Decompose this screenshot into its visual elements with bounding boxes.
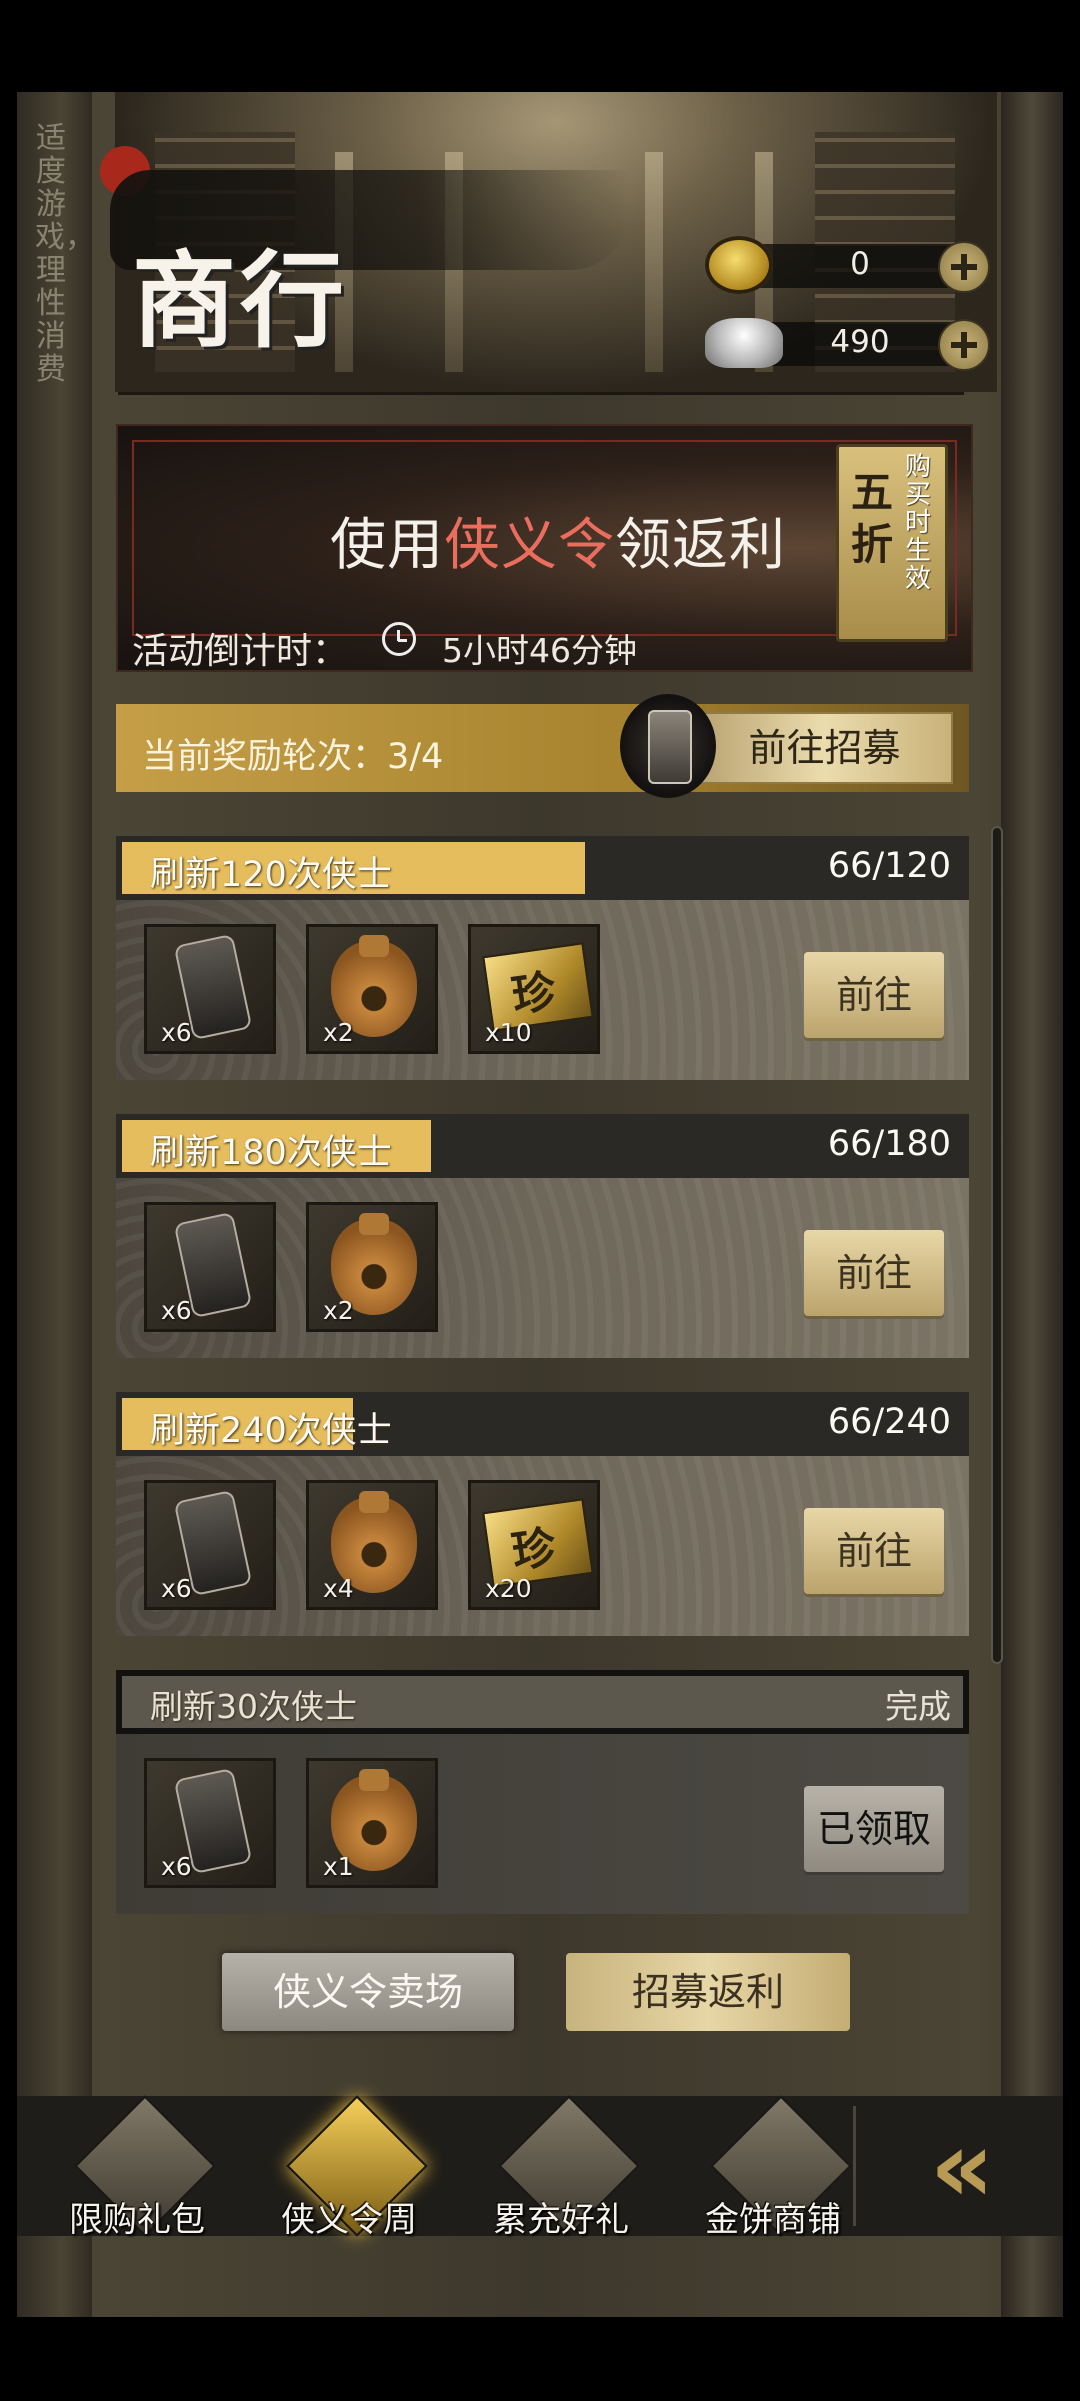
task-list-scrollbar[interactable]: [991, 826, 1003, 1664]
task-title: 刷新240次侠士: [150, 1411, 392, 1451]
page-title: 商行: [132, 239, 349, 362]
discount-label: 五折: [850, 468, 893, 569]
headline-highlight: 侠义令: [444, 513, 615, 578]
add-gold-button[interactable]: [938, 241, 990, 293]
add-silver-button[interactable]: [938, 319, 990, 371]
task-header: 刷新240次侠士 66/240: [116, 1392, 969, 1456]
token-market-button[interactable]: 侠义令卖场: [222, 1953, 514, 2031]
reward-item[interactable]: x20: [468, 1480, 600, 1610]
task-count: 66/240: [827, 1402, 951, 1442]
pillar-decoration: [645, 152, 663, 372]
clock-icon: [382, 622, 416, 656]
task-status: 完成: [885, 1687, 951, 1726]
reward-qty: x2: [323, 1296, 354, 1325]
task-title: 刷新180次侠士: [150, 1133, 392, 1173]
reward-qty: x20: [485, 1574, 532, 1603]
reward-qty: x2: [323, 1018, 354, 1047]
reward-item[interactable]: x6: [144, 1202, 276, 1332]
nav-divider: [853, 2106, 856, 2226]
task-header: 刷新120次侠士 66/120: [116, 836, 969, 900]
task-header: 刷新180次侠士 66/180: [116, 1114, 969, 1178]
reward-item[interactable]: x1: [306, 1758, 438, 1888]
reward-qty: x6: [161, 1296, 192, 1325]
reward-qty: x10: [485, 1018, 532, 1047]
gold-currency: 0: [705, 236, 990, 294]
gold-amount: 0: [850, 246, 870, 282]
healthy-gaming-note: 适度游戏，理性消费: [35, 121, 95, 387]
bottom-nav: 限购礼包 侠义令周 累充好礼 金饼商铺 «: [17, 2095, 1063, 2240]
task-rewards: x6 x2 前往: [116, 1178, 969, 1358]
task-rewards: x6 x4 x20 前往: [116, 1456, 969, 1636]
xia-token-icon: [620, 694, 716, 798]
countdown-label: 活动倒计时：: [132, 631, 349, 672]
reward-round-bar: 当前奖励轮次：3/4 前往招募: [116, 694, 969, 798]
silver-ingot-icon: [705, 318, 783, 368]
nav-label: 侠义令周: [281, 2200, 417, 2240]
reward-qty: x6: [161, 1018, 192, 1047]
reward-item[interactable]: x2: [306, 1202, 438, 1332]
go-button[interactable]: 前往: [804, 1230, 944, 1316]
nav-label: 金饼商铺: [705, 2200, 841, 2240]
task-count: 66/120: [827, 846, 951, 886]
task-count: 66/180: [827, 1124, 951, 1164]
task-title: 刷新30次侠士: [150, 1687, 357, 1726]
reward-item[interactable]: x6: [144, 924, 276, 1054]
gold-coin-icon: [705, 236, 773, 294]
nav-item-recharge-gift[interactable]: 累充好礼: [461, 2095, 661, 2240]
double-chevron-left-icon[interactable]: «: [887, 2117, 1037, 2217]
recruit-rebate-button[interactable]: 招募返利: [566, 1953, 850, 2031]
discount-tag: 五折 购买时生效: [836, 444, 948, 642]
banner-headline: 使用侠义令领返利: [330, 500, 786, 581]
right-pillar: [1001, 92, 1063, 2317]
task-rewards: x6 x2 x10 前往: [116, 900, 969, 1080]
event-banner: 使用侠义令领返利 五折 购买时生效 活动倒计时： 5小时46分钟: [116, 424, 973, 672]
reward-qty: x6: [161, 1574, 192, 1603]
nav-item-gold-cake-shop[interactable]: 金饼商铺: [673, 2095, 873, 2240]
reward-round-text: 当前奖励轮次：3/4: [142, 737, 444, 777]
silver-amount: 490: [830, 324, 890, 360]
go-recruit-button[interactable]: 前往招募: [696, 712, 953, 784]
reward-item[interactable]: x10: [468, 924, 600, 1054]
nav-item-limited-gift[interactable]: 限购礼包: [37, 2095, 237, 2240]
left-pillar: [17, 92, 92, 2317]
silver-currency: 490: [705, 314, 990, 372]
reward-qty: x1: [323, 1852, 354, 1881]
reward-item[interactable]: x4: [306, 1480, 438, 1610]
nav-item-xia-token-week[interactable]: 侠义令周: [249, 2095, 449, 2240]
reward-qty: x6: [161, 1852, 192, 1881]
reward-item[interactable]: x6: [144, 1758, 276, 1888]
reward-item[interactable]: x6: [144, 1480, 276, 1610]
claimed-button[interactable]: 已领取: [804, 1786, 944, 1872]
go-button[interactable]: 前往: [804, 1508, 944, 1594]
task-title: 刷新120次侠士: [150, 855, 392, 895]
headline-suffix: 领返利: [615, 513, 786, 578]
headline-prefix: 使用: [330, 513, 444, 578]
nav-label: 累充好礼: [493, 2200, 629, 2240]
go-button[interactable]: 前往: [804, 952, 944, 1038]
divider: [118, 392, 964, 395]
reward-qty: x4: [323, 1574, 354, 1603]
task-header: 刷新30次侠士 完成: [116, 1670, 969, 1734]
reward-item[interactable]: x2: [306, 924, 438, 1054]
nav-label: 限购礼包: [69, 2200, 205, 2240]
discount-note: 购买时生效: [904, 452, 931, 594]
task-rewards: x6 x1 已领取: [116, 1734, 969, 1914]
countdown-value: 5小时46分钟: [442, 631, 637, 670]
